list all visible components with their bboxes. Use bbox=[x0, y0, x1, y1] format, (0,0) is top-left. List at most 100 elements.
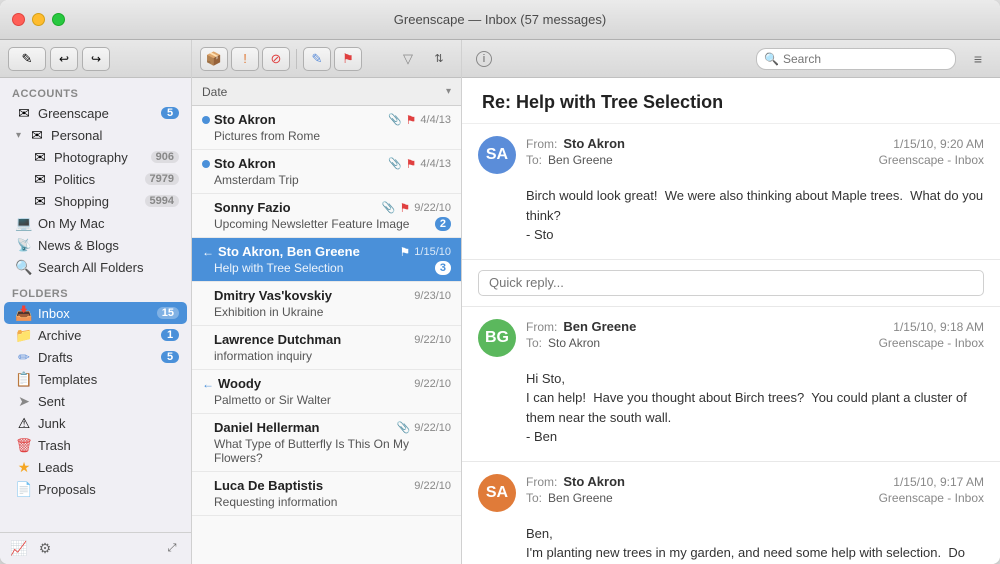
email-subject-text: What Type of Butterfly Is This On My Flo… bbox=[214, 437, 451, 465]
to-label-1: To: bbox=[526, 153, 542, 167]
sidebar-item-proposals[interactable]: 📄 Proposals bbox=[4, 478, 187, 500]
quick-reply-input[interactable] bbox=[478, 270, 984, 296]
sidebar-templates-label: Templates bbox=[38, 372, 179, 387]
email-item[interactable]: Luca De Baptistis 9/22/10 Requesting inf… bbox=[192, 472, 461, 516]
sidebar-item-on-my-mac[interactable]: 💻 On My Mac bbox=[4, 212, 187, 234]
sidebar-item-archive[interactable]: 📁 Archive 1 bbox=[4, 324, 187, 346]
sidebar-item-photography[interactable]: ✉ Photography 906 bbox=[4, 146, 187, 168]
email-list-toolbar: 📦 ! ⊘ ✎ ⚑ ▽ ⇅ bbox=[192, 40, 461, 78]
sort-button[interactable]: ⇅ bbox=[425, 47, 453, 71]
message-meta-1: From: Sto Akron 1/15/10, 9:20 AM To: Ben… bbox=[526, 136, 984, 167]
reply-arrow-icon: ← bbox=[202, 377, 214, 391]
email-item[interactable]: Sto Akron 📎 ⚑ 4/4/13 Amsterdam Trip bbox=[192, 150, 461, 194]
red-flag-toolbar-button[interactable]: ⚑ bbox=[334, 47, 362, 71]
sidebar-leads-label: Leads bbox=[38, 460, 179, 475]
email-item-selected[interactable]: ← Sto Akron, Ben Greene ⚑ 1/15/10 Help w… bbox=[192, 238, 461, 282]
email-item[interactable]: Lawrence Dutchman 9/22/10 information in… bbox=[192, 326, 461, 370]
avatar-2: BG bbox=[478, 319, 516, 357]
sidebar-item-personal[interactable]: ▾ ✉ Personal bbox=[4, 124, 187, 146]
expand-button[interactable]: ⤢ bbox=[161, 538, 183, 560]
toolbar-divider-1 bbox=[296, 49, 297, 69]
filter-button[interactable]: ▽ bbox=[394, 47, 422, 71]
close-button[interactable] bbox=[12, 13, 25, 26]
sidebar-item-news-blogs[interactable]: 📡 News & Blogs bbox=[4, 234, 187, 256]
email-subject-text: Exhibition in Ukraine bbox=[214, 305, 323, 319]
email-sender: Sto Akron, Ben Greene bbox=[218, 244, 396, 259]
traffic-lights bbox=[12, 13, 65, 26]
sort-chevron-icon: ▾ bbox=[446, 86, 451, 97]
sidebar-item-drafts[interactable]: ✏ Drafts 5 bbox=[4, 346, 187, 368]
email-sender: Woody bbox=[218, 376, 410, 391]
search-input[interactable] bbox=[756, 48, 956, 70]
sidebar-item-templates[interactable]: 📋 Templates bbox=[4, 368, 187, 390]
flag-toolbar-button[interactable]: ! bbox=[231, 47, 259, 71]
hamburger-button[interactable]: ≡ bbox=[964, 47, 992, 71]
archive-toolbar-button[interactable]: 📦 bbox=[200, 47, 228, 71]
avatar-3: SA bbox=[478, 474, 516, 512]
hamburger-icon: ≡ bbox=[974, 51, 982, 67]
sidebar-item-search-all[interactable]: 🔍 Search All Folders bbox=[4, 256, 187, 278]
email-list: Sto Akron 📎 ⚑ 4/4/13 Pictures from Rome … bbox=[192, 106, 461, 564]
unread-dot bbox=[202, 160, 210, 168]
edit-toolbar-button[interactable]: ✎ bbox=[303, 47, 331, 71]
sidebar-greenscape-label: Greenscape bbox=[38, 106, 155, 121]
email-date: 4/4/13 bbox=[420, 158, 451, 170]
email-subject-text: Requesting information bbox=[214, 495, 337, 509]
email-sender: Daniel Hellerman bbox=[214, 420, 393, 435]
message-from-line-3: From: Sto Akron 1/15/10, 9:17 AM bbox=[526, 474, 984, 489]
message-date-3: 1/15/10, 9:17 AM bbox=[893, 475, 984, 489]
email-item[interactable]: Dmitry Vas'kovskiy 9/23/10 Exhibition in… bbox=[192, 282, 461, 326]
sidebar-item-sent[interactable]: ➤ Sent bbox=[4, 390, 187, 412]
sidebar-item-greenscape[interactable]: ✉ Greenscape 5 bbox=[4, 102, 187, 124]
sidebar-drafts-label: Drafts bbox=[38, 350, 155, 365]
reply-button[interactable]: ↩ bbox=[50, 47, 78, 71]
email-item[interactable]: Daniel Hellerman 📎 9/22/10 What Type of … bbox=[192, 414, 461, 472]
to-name-3: Ben Greene bbox=[548, 491, 613, 505]
message-date-2: 1/15/10, 9:18 AM bbox=[893, 320, 984, 334]
from-name-2: Ben Greene bbox=[563, 319, 636, 334]
sort-icon: ⇅ bbox=[434, 52, 443, 65]
from-label-3: From: bbox=[526, 475, 557, 489]
sidebar-item-trash[interactable]: 🗑 Trash bbox=[4, 434, 187, 456]
activity-button[interactable]: 📈 bbox=[8, 538, 30, 560]
from-name-1: Sto Akron bbox=[563, 136, 625, 151]
email-item[interactable]: ← Woody 9/22/10 Palmetto or Sir Walter bbox=[192, 370, 461, 414]
compose-button[interactable]: ✎ bbox=[8, 47, 46, 71]
archive-badge: 1 bbox=[161, 329, 179, 341]
accounts-section-header: Accounts bbox=[0, 84, 191, 102]
sidebar-item-inbox[interactable]: 📥 Inbox 15 bbox=[4, 302, 187, 324]
drafts-icon: ✏ bbox=[16, 349, 32, 365]
settings-button[interactable]: ⚙ bbox=[34, 538, 56, 560]
flag-marker-icon: ⚑ bbox=[406, 157, 417, 171]
email-message-2: BG From: Ben Greene 1/15/10, 9:18 AM To:… bbox=[462, 307, 1000, 462]
trash-icon: 🗑 bbox=[16, 437, 32, 453]
message-date-1: 1/15/10, 9:20 AM bbox=[893, 137, 984, 151]
sidebar-item-shopping[interactable]: ✉ Shopping 5994 bbox=[4, 190, 187, 212]
email-subject-text: Palmetto or Sir Walter bbox=[214, 393, 331, 407]
email-sender: Luca De Baptistis bbox=[214, 478, 410, 493]
sidebar-item-leads[interactable]: ★ Leads bbox=[4, 456, 187, 478]
attachment-icon: 📎 bbox=[388, 113, 402, 126]
computer-icon: 💻 bbox=[16, 215, 32, 231]
sidebar-on-my-mac-label: On My Mac bbox=[38, 216, 179, 231]
politics-badge: 7979 bbox=[145, 173, 179, 185]
message-header-3: SA From: Sto Akron 1/15/10, 9:17 AM To: … bbox=[462, 462, 1000, 520]
email-date: 9/22/10 bbox=[414, 378, 451, 390]
maximize-button[interactable] bbox=[52, 13, 65, 26]
envelope-icon-politics: ✉ bbox=[32, 171, 48, 187]
photography-badge: 906 bbox=[151, 151, 179, 163]
main-container: ✎ ↩ ↪ Accounts ✉ Greenscape 5 ▾ ✉ bbox=[0, 40, 1000, 564]
sidebar-item-politics[interactable]: ✉ Politics 7979 bbox=[4, 168, 187, 190]
sidebar-item-junk[interactable]: ⚠ Junk bbox=[4, 412, 187, 434]
forward-button[interactable]: ↪ bbox=[82, 47, 110, 71]
leads-icon: ★ bbox=[16, 459, 32, 475]
minimize-button[interactable] bbox=[32, 13, 45, 26]
info-button[interactable]: i bbox=[470, 47, 498, 71]
envelope-icon-photography: ✉ bbox=[32, 149, 48, 165]
email-item[interactable]: Sonny Fazio 📎 ⚑ 9/22/10 Upcoming Newslet… bbox=[192, 194, 461, 238]
drafts-badge: 5 bbox=[161, 351, 179, 363]
email-item[interactable]: Sto Akron 📎 ⚑ 4/4/13 Pictures from Rome bbox=[192, 106, 461, 150]
email-thread-badge: 2 bbox=[435, 217, 451, 231]
chart-icon: 📈 bbox=[10, 540, 27, 557]
delete-toolbar-button[interactable]: ⊘ bbox=[262, 47, 290, 71]
